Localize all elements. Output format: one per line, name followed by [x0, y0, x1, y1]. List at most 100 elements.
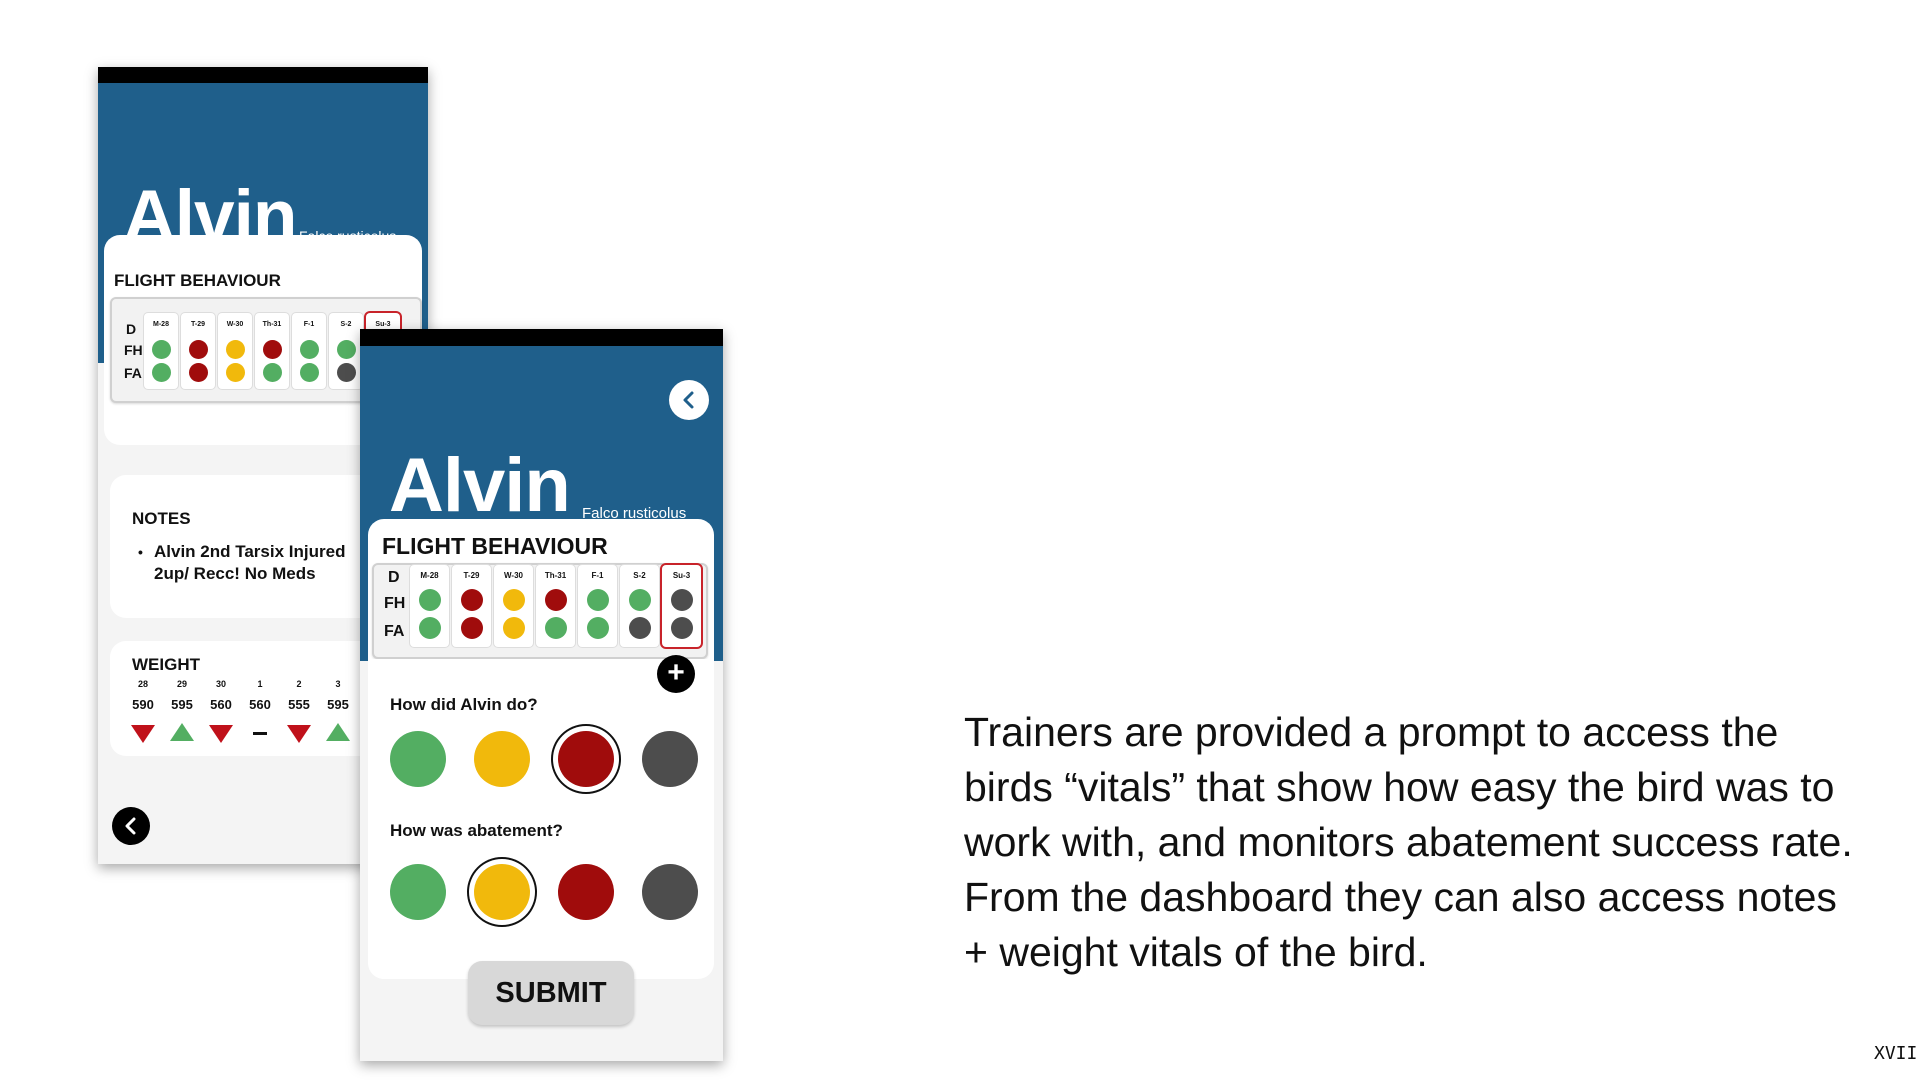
weight-value: 560: [210, 697, 232, 712]
weight-value: 595: [171, 697, 193, 712]
notes-title: NOTES: [132, 509, 191, 528]
fh-status-dot: [188, 340, 208, 359]
caption-text: Trainers are provided a prompt to access…: [964, 709, 1853, 975]
day-column-m-28[interactable]: M-28: [410, 565, 449, 647]
day-label: F-1: [591, 571, 604, 580]
row-label-d: D: [126, 321, 137, 337]
fa-status-dot: [299, 363, 319, 382]
day-label: M-28: [153, 321, 169, 328]
fa-status-dot: [418, 617, 441, 639]
fa-status-dot: [336, 363, 356, 382]
performance-option-red[interactable]: [558, 731, 614, 787]
weight-value: 595: [327, 697, 349, 712]
weight-value: 590: [132, 697, 154, 712]
fh-status-dot: [502, 589, 525, 611]
day-column-th-31[interactable]: Th-31: [255, 313, 289, 389]
row-label-fh: FH: [124, 342, 143, 358]
day-label: Th-31: [262, 321, 282, 328]
day-column-su-3[interactable]: Su-3: [662, 565, 701, 647]
trend-down-icon: [287, 725, 311, 743]
trend-down-icon: [131, 725, 155, 743]
weight-day: 29: [176, 679, 187, 689]
chevron-left-icon: [683, 391, 694, 409]
weight-day: 1: [257, 679, 263, 689]
row-label-d: D: [388, 569, 400, 586]
day-label: T-29: [190, 321, 205, 328]
fa-status-dot: [188, 363, 208, 382]
fh-status-dot: [418, 589, 441, 611]
fa-status-dot: [586, 617, 609, 639]
day-column-s-2[interactable]: S-2: [620, 565, 659, 647]
fh-status-dot: [628, 589, 651, 611]
performance-option-yellow[interactable]: [474, 731, 530, 787]
trend-up-icon: [170, 723, 194, 741]
performance-option-green[interactable]: [390, 731, 446, 787]
fa-status-dot: [502, 617, 525, 639]
fa-status-dot: [628, 617, 651, 639]
day-column-t-29[interactable]: T-29: [452, 565, 491, 647]
abatement-option-green[interactable]: [390, 864, 446, 920]
weight-day: 28: [137, 679, 148, 689]
abatement-option-yellow[interactable]: [474, 864, 530, 920]
day-label: Su-3: [672, 571, 691, 580]
weight-value: 560: [249, 697, 271, 712]
fh-status-dot: [460, 589, 483, 611]
fh-status-dot: [262, 340, 282, 359]
abatement-option-red[interactable]: [558, 864, 614, 920]
trend-down-icon: [209, 725, 233, 743]
day-column-w-30[interactable]: W-30: [494, 565, 533, 647]
question-bird-performance: How did Alvin do?: [390, 695, 538, 714]
back-button[interactable]: [669, 380, 709, 420]
day-column-th-31[interactable]: Th-31: [536, 565, 575, 647]
day-column-s-2[interactable]: S-2: [329, 313, 363, 389]
day-label: W-30: [504, 571, 523, 580]
question-abatement: How was abatement?: [390, 821, 563, 840]
day-column-f-1[interactable]: F-1: [578, 565, 617, 647]
trend-up-icon: [326, 723, 350, 741]
fh-status-dot: [151, 340, 171, 359]
flight-behaviour-title: FLIGHT BEHAVIOUR: [382, 533, 608, 559]
day-column-f-1[interactable]: F-1: [292, 313, 326, 389]
bird-name: Alvin: [389, 443, 571, 528]
day-label: T-29: [463, 571, 480, 580]
weight-day: 30: [215, 679, 226, 689]
status-bar: [98, 67, 428, 83]
flight-behaviour-grid: D FH FA M-28 T-29 W-30 Th-31 F-1 S-2 Su-3: [372, 563, 708, 659]
day-label: M-28: [420, 571, 439, 580]
day-label: Th-31: [544, 571, 567, 580]
page-number: XVII: [1874, 1043, 1918, 1064]
notes-list: Alvin 2nd Tarsix Injured 2up/ Recc! No M…: [132, 541, 362, 585]
note-item: Alvin 2nd Tarsix Injured 2up/ Recc! No M…: [132, 541, 362, 585]
fh-status-dot: [225, 340, 245, 359]
fa-status-dot: [262, 363, 282, 382]
row-label-fa: FA: [124, 365, 142, 381]
row-label-fh: FH: [384, 595, 406, 612]
row-label-fa: FA: [384, 623, 405, 640]
fh-status-dot: [670, 589, 693, 611]
fa-status-dot: [151, 363, 171, 382]
day-label: S-2: [633, 571, 646, 580]
fh-status-dot: [586, 589, 609, 611]
day-column-m-28[interactable]: M-28: [144, 313, 178, 389]
vitals-prompt-card: How did Alvin do? How was abatement?: [368, 659, 714, 979]
fh-status-dot: [299, 340, 319, 359]
weight-value: 555: [288, 697, 310, 712]
submit-button[interactable]: SUBMIT: [468, 961, 634, 1025]
flight-behaviour-title: FLIGHT BEHAVIOUR: [114, 271, 281, 290]
status-bar: [360, 329, 723, 346]
day-column-t-29[interactable]: T-29: [181, 313, 215, 389]
chevron-left-icon: [125, 817, 136, 835]
plus-icon: +: [667, 656, 685, 689]
fh-status-dot: [544, 589, 567, 611]
day-label: S-2: [340, 321, 352, 328]
weight-title: WEIGHT: [132, 655, 200, 674]
back-button[interactable]: [112, 807, 150, 845]
fa-status-dot: [460, 617, 483, 639]
day-column-w-30[interactable]: W-30: [218, 313, 252, 389]
abatement-option-gray[interactable]: [642, 864, 698, 920]
day-label: F-1: [303, 321, 315, 328]
performance-option-gray[interactable]: [642, 731, 698, 787]
add-button[interactable]: +: [657, 655, 695, 693]
day-label: Su-3: [375, 321, 391, 328]
trend-same-icon: [253, 732, 267, 735]
